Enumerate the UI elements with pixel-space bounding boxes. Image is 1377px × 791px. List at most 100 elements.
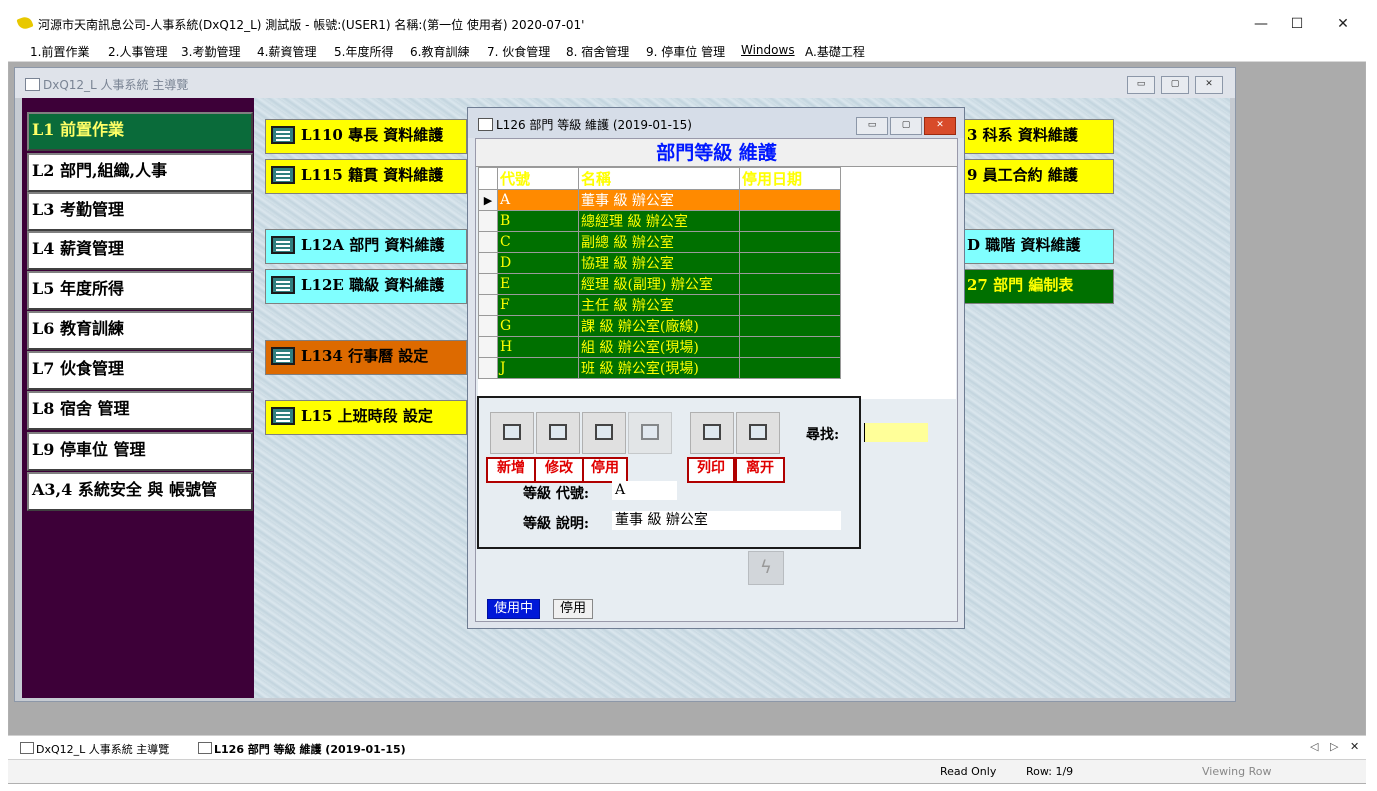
nav-l4[interactable]: L4 薪資管理: [27, 231, 253, 270]
cell-name[interactable]: 協理 級 辦公室: [578, 252, 740, 274]
tab-disabled[interactable]: 停用: [553, 599, 594, 619]
cell-name[interactable]: 課 級 辦公室(廠線): [578, 315, 740, 337]
tile-rank[interactable]: D 職階 資料維護: [950, 229, 1114, 264]
level-desc-field[interactable]: 董事 級 辦公室: [612, 511, 841, 530]
child-minimize-button[interactable]: ▭: [1127, 76, 1155, 94]
menu-item-parking[interactable]: 9. 停車位 管理: [646, 43, 725, 60]
nav-l9[interactable]: L9 停車位 管理: [27, 432, 253, 471]
table-row[interactable]: D 協理 級 辦公室: [478, 252, 841, 274]
dialog-minimize-button[interactable]: ▭: [856, 117, 888, 135]
nav-l6[interactable]: L6 教育訓練: [27, 311, 253, 350]
cell-code[interactable]: E: [497, 273, 579, 295]
menu-item-payroll[interactable]: 4.薪資管理: [257, 43, 316, 60]
nav-l1[interactable]: L1 前置作業: [27, 112, 253, 151]
col-name[interactable]: 名稱: [578, 167, 740, 190]
tile-l115[interactable]: L115 籍貫 資料維護: [265, 159, 467, 194]
cell-name[interactable]: 經理 級(副理) 辦公室: [578, 273, 740, 295]
level-code-field[interactable]: A: [612, 481, 677, 500]
nav-l7[interactable]: L7 伙食管理: [27, 351, 253, 390]
cell-date[interactable]: [739, 231, 841, 253]
menu-item-meals[interactable]: 7. 伙食管理: [487, 43, 550, 60]
col-disable-date[interactable]: 停用日期: [739, 167, 841, 190]
cell-date[interactable]: [739, 336, 841, 358]
cell-code[interactable]: G: [497, 315, 579, 337]
menu-item-prep[interactable]: 1.前置作業: [30, 43, 89, 60]
child-maximize-button[interactable]: ▢: [1161, 76, 1189, 94]
nav-l5[interactable]: L5 年度所得: [27, 271, 253, 310]
cell-date[interactable]: [739, 357, 841, 379]
table-row[interactable]: C 副總 級 辦公室: [478, 231, 841, 253]
child-close-button[interactable]: ✕: [1195, 76, 1223, 94]
cell-code[interactable]: D: [497, 252, 579, 274]
nav-l2[interactable]: L2 部門,組織,人事: [27, 153, 253, 192]
cell-code[interactable]: B: [497, 210, 579, 232]
tile-l12a[interactable]: L12A 部門 資料維護: [265, 229, 467, 264]
nav-l8[interactable]: L8 宿舍 管理: [27, 391, 253, 430]
menu-item-dorm[interactable]: 8. 宿舍管理: [566, 43, 629, 60]
disable-record-button[interactable]: [582, 412, 626, 454]
tab-prev-icon[interactable]: ◁: [1310, 740, 1318, 753]
tile-l134[interactable]: L134 行事曆 設定: [265, 340, 467, 375]
menu-item-annual-income[interactable]: 5.年度所得: [334, 43, 393, 60]
menu-item-base-engineering[interactable]: A.基礎工程: [805, 43, 865, 60]
cell-date[interactable]: [739, 189, 841, 211]
cell-name[interactable]: 主任 級 辦公室: [578, 294, 740, 316]
cell-date[interactable]: [739, 252, 841, 274]
edit-label[interactable]: 修改: [534, 457, 584, 483]
print-label[interactable]: 列印: [687, 457, 735, 483]
cell-code[interactable]: J: [497, 357, 579, 379]
dialog-close-button[interactable]: ✕: [924, 117, 956, 135]
table-row[interactable]: H 組 級 辦公室(現場): [478, 336, 841, 358]
print-button[interactable]: [690, 412, 734, 454]
tab-next-icon[interactable]: ▷: [1330, 740, 1338, 753]
cell-name[interactable]: 董事 級 辦公室: [578, 189, 740, 211]
tile-l12e[interactable]: L12E 職級 資料維護: [265, 269, 467, 304]
table-row[interactable]: F 主任 級 辦公室: [478, 294, 841, 316]
cell-date[interactable]: [739, 294, 841, 316]
menu-item-personnel[interactable]: 2.人事管理: [108, 43, 167, 60]
menu-item-windows[interactable]: Windows: [741, 43, 795, 57]
tile-l15[interactable]: L15 上班時段 設定: [265, 400, 467, 435]
menu-item-training[interactable]: 6.教育訓練: [410, 43, 469, 60]
maximize-button[interactable]: ☐: [1274, 12, 1320, 36]
add-record-button[interactable]: [490, 412, 534, 454]
add-label[interactable]: 新增: [486, 457, 536, 483]
cell-name[interactable]: 班 級 辦公室(現場): [578, 357, 740, 379]
cell-code[interactable]: H: [497, 336, 579, 358]
cell-date[interactable]: [739, 210, 841, 232]
table-row[interactable]: ▶ A 董事 級 辦公室: [478, 189, 841, 211]
tile-dept-major[interactable]: 3 科系 資料維護: [950, 119, 1114, 154]
delete-record-button[interactable]: [628, 412, 672, 454]
menu-item-attendance[interactable]: 3.考勤管理: [181, 43, 240, 60]
exit-button[interactable]: [736, 412, 780, 454]
cell-code[interactable]: A: [497, 189, 579, 211]
cell-name[interactable]: 總經理 級 辦公室: [578, 210, 740, 232]
cell-date[interactable]: [739, 273, 841, 295]
cell-date[interactable]: [739, 315, 841, 337]
table-row[interactable]: J 班 級 辦公室(現場): [478, 357, 841, 379]
tile-l110[interactable]: L110 專長 資料維護: [265, 119, 467, 154]
table-row[interactable]: G 課 級 辦公室(廠線): [478, 315, 841, 337]
col-code[interactable]: 代號: [497, 167, 579, 190]
disable-label[interactable]: 停用: [582, 457, 628, 483]
action-button[interactable]: ϟ: [748, 551, 784, 585]
task-dialog[interactable]: L126 部門 等級 維護 (2019-01-15): [214, 741, 406, 757]
edit-record-button[interactable]: [536, 412, 580, 454]
tab-active[interactable]: 使用中: [487, 599, 541, 619]
cell-code[interactable]: C: [497, 231, 579, 253]
close-button[interactable]: ✕: [1320, 12, 1366, 36]
nav-l3[interactable]: L3 考勤管理: [27, 192, 253, 231]
cell-name[interactable]: 副總 級 辦公室: [578, 231, 740, 253]
table-row[interactable]: B 總經理 級 辦公室: [478, 210, 841, 232]
nav-a34[interactable]: A3,4 系統安全 與 帳號管: [27, 472, 253, 511]
dialog-maximize-button[interactable]: ▢: [890, 117, 922, 135]
leave-label[interactable]: 离开: [735, 457, 785, 483]
tile-dept-staffing[interactable]: 27 部門 編制表: [950, 269, 1114, 304]
tile-employee-contract[interactable]: 9 員工合約 維護: [950, 159, 1114, 194]
tab-close-icon[interactable]: ✕: [1350, 740, 1359, 753]
search-input[interactable]: [864, 423, 928, 442]
cell-code[interactable]: F: [497, 294, 579, 316]
task-main-nav[interactable]: DxQ12_L 人事系統 主導覽: [36, 741, 169, 757]
table-row[interactable]: E 經理 級(副理) 辦公室: [478, 273, 841, 295]
cell-name[interactable]: 組 級 辦公室(現場): [578, 336, 740, 358]
